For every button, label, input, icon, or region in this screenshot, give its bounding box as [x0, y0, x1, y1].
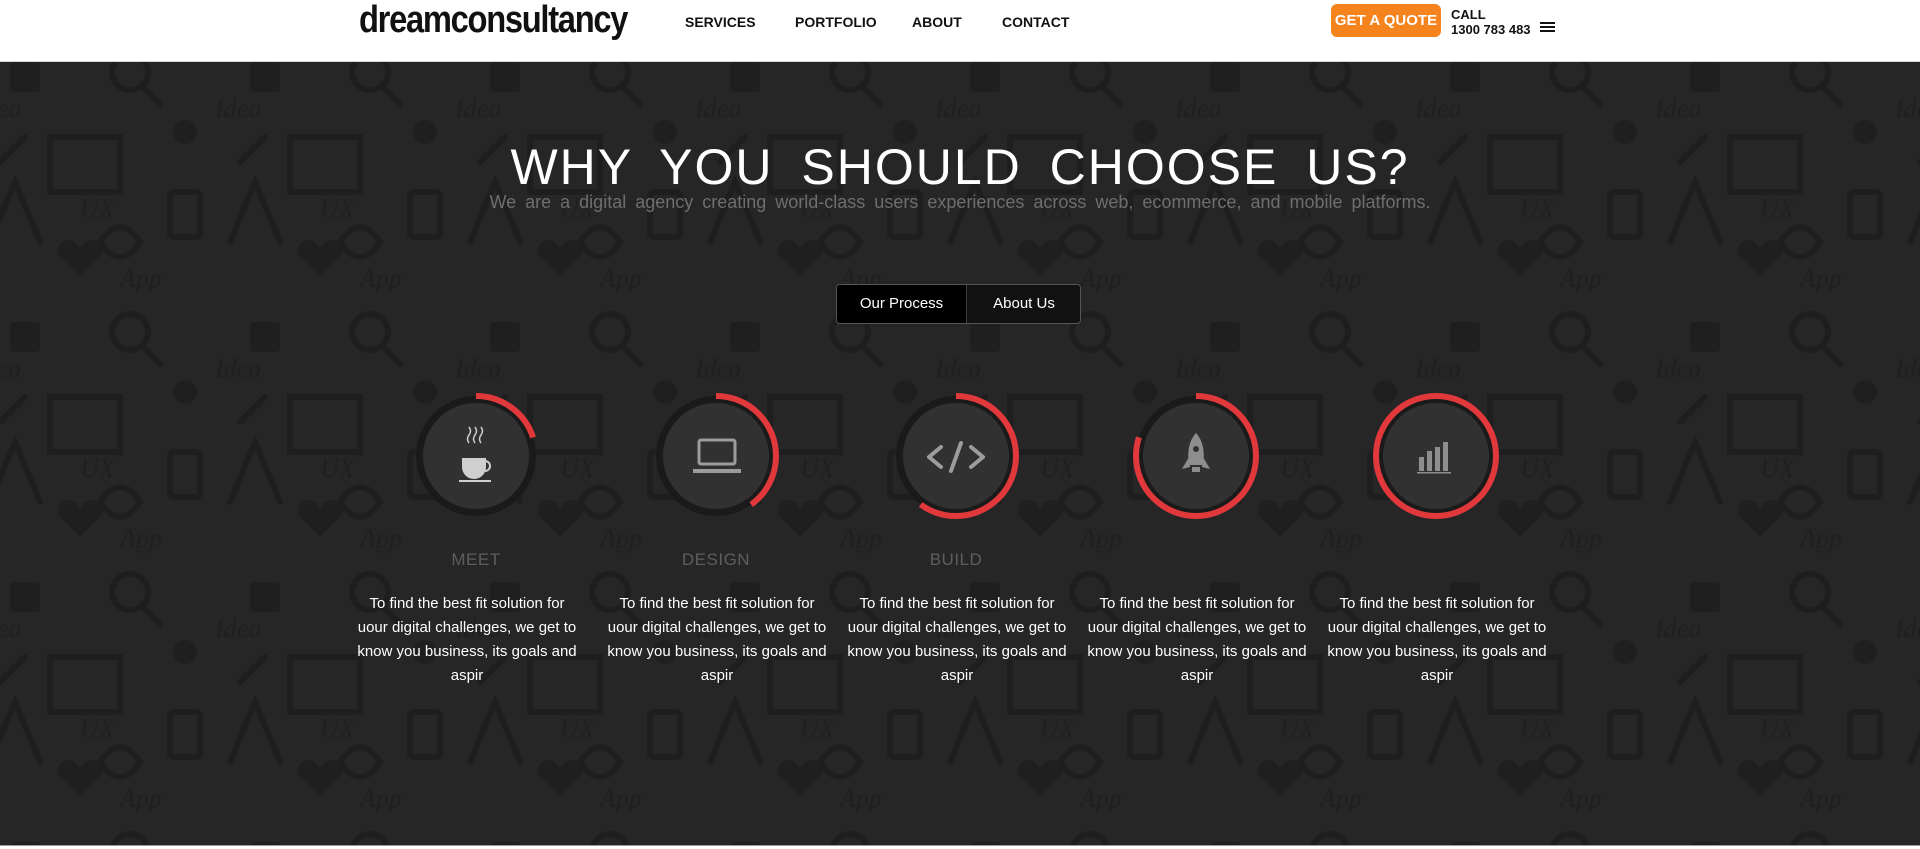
step-title: BUILD — [929, 550, 983, 569]
step-description: To find the best fit solution for uour d… — [1327, 595, 1547, 684]
step-description: To find the best fit solution for uour d… — [607, 595, 827, 684]
section-divider — [0, 845, 1920, 849]
step-description: To find the best fit solution for uour d… — [1087, 595, 1307, 684]
step-progress-ring — [1373, 393, 1499, 519]
step-title: DESIGN — [681, 550, 751, 569]
step-progress-ring — [653, 393, 779, 519]
hamburger-menu-icon[interactable] — [1540, 21, 1556, 33]
nav-about[interactable]: ABOUT — [912, 14, 962, 30]
step-title: MEET — [451, 550, 501, 569]
nav-services[interactable]: SERVICES — [685, 14, 756, 30]
step-progress-ring — [1133, 393, 1259, 519]
step-description: To find the best fit solution for uour d… — [357, 595, 577, 684]
why-choose-us-section: App Idea UX WHY YOU SHOULD CHOOSE US? We… — [0, 62, 1920, 845]
site-header: dreamconsultancy SERVICES PORTFOLIO ABOU… — [0, 0, 1920, 62]
phone-number[interactable]: 1300 783 483 — [1451, 22, 1531, 37]
site-logo[interactable]: dreamconsultancy — [359, 0, 628, 42]
step-progress-ring — [893, 393, 1019, 519]
tab-about-us[interactable]: About Us — [966, 285, 1080, 323]
section-title: WHY YOU SHOULD CHOOSE US? — [510, 139, 1410, 195]
step-progress-ring — [413, 393, 539, 519]
call-label: CALL — [1451, 7, 1486, 22]
step-description: To find the best fit solution for uour d… — [847, 595, 1067, 684]
nav-portfolio[interactable]: PORTFOLIO — [795, 14, 877, 30]
section-subtitle: We are a digital agency creating world-c… — [489, 192, 1431, 212]
nav-contact[interactable]: CONTACT — [1002, 14, 1069, 30]
tab-our-process[interactable]: Our Process — [837, 285, 966, 323]
process-tabs: Our Process About Us — [836, 284, 1081, 324]
get-a-quote-button[interactable]: GET A QUOTE — [1331, 4, 1441, 37]
